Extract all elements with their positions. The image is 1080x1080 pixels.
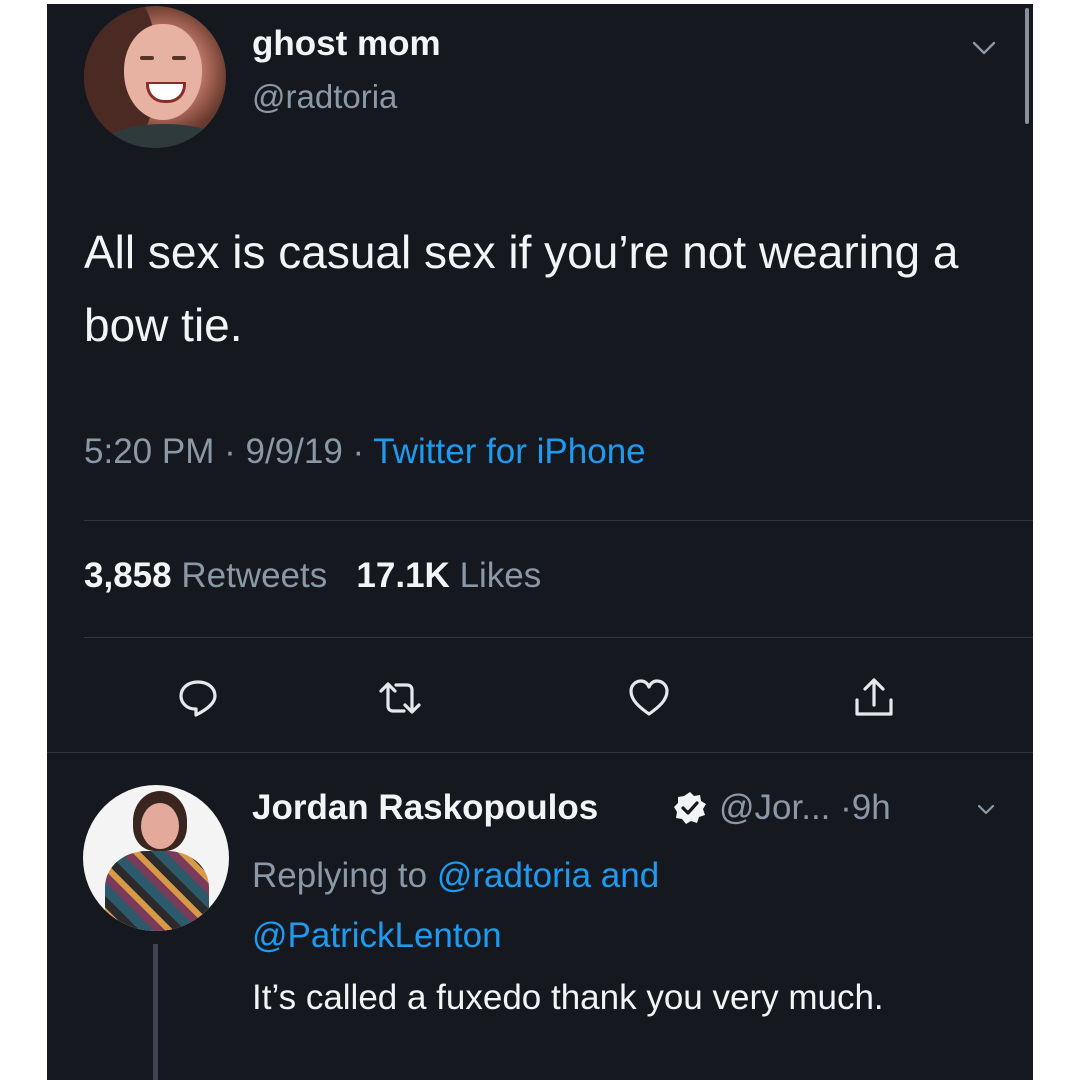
author-handle[interactable]: @radtoria [252, 78, 397, 116]
separator-dot: · [352, 432, 374, 471]
reply-author-handle[interactable]: @Jor... [719, 788, 830, 827]
and-word: and [600, 856, 660, 895]
reply-handle-line: @Jor... ·9h [719, 788, 891, 828]
tweet-text: All sex is casual sex if you’re not wear… [84, 226, 959, 351]
reply-text: It’s called a fuxedo thank you very much… [252, 978, 884, 1017]
tweet-date: 9/9/19 [245, 432, 343, 471]
divider [84, 637, 1033, 638]
chevron-down-icon[interactable] [972, 38, 996, 58]
likes-label: Likes [459, 556, 542, 595]
retweets-count: 3,858 [84, 556, 172, 595]
author-display-name[interactable]: ghost mom [252, 24, 441, 64]
tweet-timestamp-line: 5:20 PM · 9/9/19 · Twitter for iPhone [84, 432, 646, 472]
tweet-source-link[interactable]: Twitter for iPhone [373, 432, 645, 471]
likes-stat[interactable]: 17.1K Likes [356, 556, 541, 595]
scrollbar[interactable] [1025, 8, 1029, 124]
avatar[interactable] [84, 6, 226, 148]
reply-author-name[interactable]: Jordan Raskopoulos [252, 788, 598, 828]
verified-badge-icon [674, 792, 706, 824]
replying-to-line: Replying to @radtoria and @PatrickLenton [252, 846, 992, 966]
mention-link[interactable]: @radtoria [437, 856, 591, 895]
retweets-stat[interactable]: 3,858 Retweets [84, 556, 327, 595]
like-icon[interactable] [627, 676, 671, 720]
reply-icon[interactable] [176, 676, 220, 720]
tweet-detail-screen: ghost mom @radtoria All sex is casual se… [47, 4, 1033, 1080]
mention-link[interactable]: @PatrickLenton [252, 916, 502, 955]
divider [47, 752, 1033, 753]
reply-age: 9h [851, 788, 891, 827]
tweet-time: 5:20 PM [84, 432, 215, 471]
chevron-down-icon[interactable] [977, 802, 995, 818]
replying-to-label: Replying to [252, 856, 428, 895]
share-icon[interactable] [852, 676, 896, 720]
avatar[interactable] [83, 785, 229, 931]
retweet-icon[interactable] [378, 676, 422, 720]
divider [84, 520, 1033, 521]
tweet-stats: 3,858 Retweets 17.1K Likes [84, 556, 541, 596]
separator-dot: · [224, 432, 246, 471]
retweets-label: Retweets [181, 556, 328, 595]
separator-dot: · [840, 788, 852, 827]
thread-line [153, 944, 158, 1080]
likes-count: 17.1K [356, 556, 450, 595]
